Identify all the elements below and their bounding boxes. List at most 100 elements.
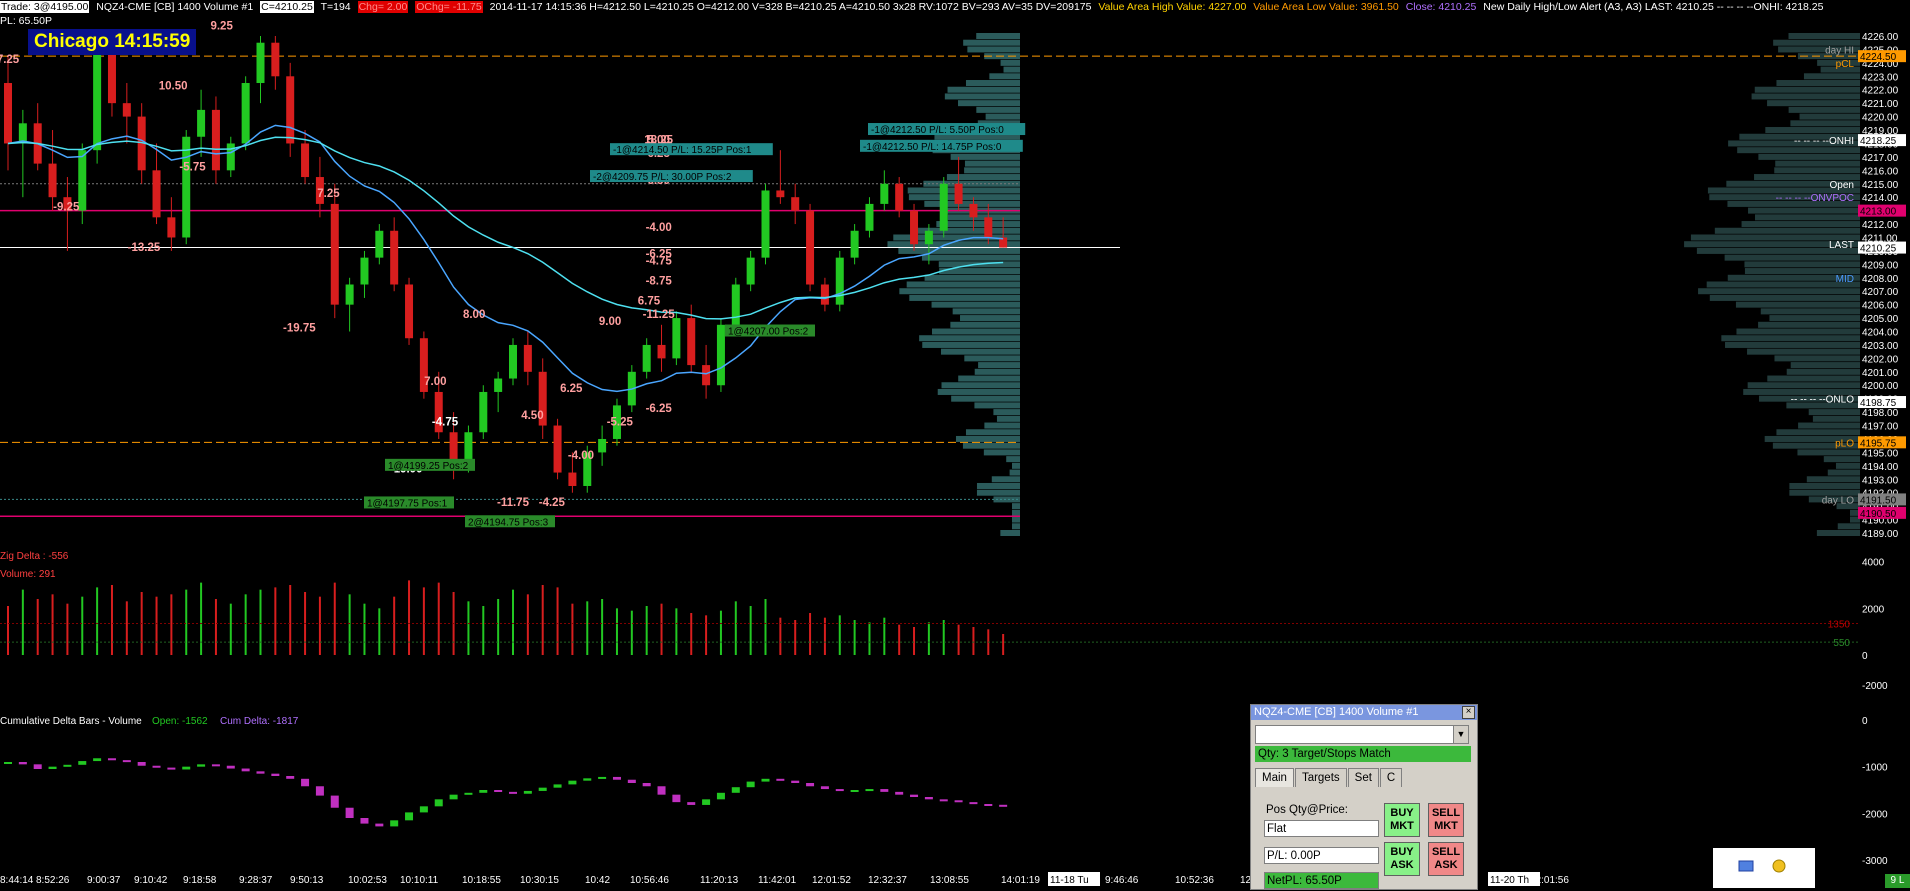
candle-body: [197, 109, 206, 137]
session-profile-row: [1012, 503, 1020, 510]
trade-window-tabs: Main Targets Set C: [1255, 768, 1403, 787]
cum-delta-bar: [880, 789, 889, 792]
price-marker-label: 4224.50: [1860, 52, 1897, 63]
price-marker-label: 4191.50: [1860, 495, 1897, 506]
language-badge[interactable]: 9 L: [1885, 874, 1910, 888]
cum-delta-open: Open: -1562: [152, 716, 208, 727]
cum-delta-bar: [449, 794, 458, 800]
trade-text: Trade: 3@4195.00: [0, 1, 90, 13]
volume-profile-row: [1774, 167, 1860, 174]
cum-delta-bar: [271, 773, 280, 776]
cum-delta-bar: [776, 778, 785, 781]
session-profile-row: [965, 80, 1020, 87]
sell-market-button[interactable]: SELL MKT: [1428, 803, 1464, 837]
buy-market-button[interactable]: BUY MKT: [1384, 803, 1420, 837]
cum-delta-bar: [48, 766, 57, 769]
price-tick-label: 4195.00: [1862, 448, 1899, 459]
swing-label: 6.75: [638, 296, 661, 308]
session-profile-row: [898, 247, 1020, 254]
session-profile-row: [908, 194, 1020, 201]
cum-delta-title: Cumulative Delta Bars - Volume: [0, 716, 142, 727]
swing-label: 9.00: [599, 316, 621, 328]
candle-body: [835, 257, 844, 305]
volume-profile-row: [1725, 341, 1860, 348]
price-tick-label: 4189.00: [1862, 529, 1899, 540]
pos-qty-label: Pos Qty@Price:: [1266, 804, 1348, 816]
session-profile-row: [946, 174, 1020, 181]
cum-delta-bar: [999, 804, 1008, 807]
trade-tag-label: 1@4197.75 Pos:1: [367, 498, 448, 509]
level-label-day-hi: day HI: [1825, 45, 1854, 56]
cum-delta-bar: [286, 776, 295, 779]
price-marker-label: 4210.25: [1860, 244, 1897, 255]
time-tick-label: 9:18:58: [183, 875, 217, 886]
session-profile-row: [941, 382, 1020, 389]
time-tick-label: 8:44:14: [0, 875, 34, 886]
chevron-down-icon[interactable]: ▼: [1453, 726, 1468, 743]
tab-set[interactable]: Set: [1347, 768, 1379, 787]
cum-delta-bar: [360, 818, 369, 824]
chart-canvas[interactable]: 4226.004225.004224.004223.004222.004221.…: [0, 0, 1910, 888]
price-marker-label: 4195.75: [1860, 438, 1897, 449]
price-tick-label: 4212.00: [1862, 220, 1899, 231]
sell-ask-button[interactable]: SELL ASK: [1428, 842, 1464, 876]
taskbar-popup[interactable]: [1713, 848, 1815, 888]
price-tick-label: 4198.00: [1862, 408, 1899, 419]
price-tick-label: 4200.00: [1862, 381, 1899, 392]
cum-delta-bar: [984, 804, 993, 806]
cum-delta-bar: [895, 791, 904, 795]
tab-c[interactable]: C: [1379, 768, 1403, 787]
session-profile-row: [1000, 59, 1020, 66]
level-label-mid: MID: [1836, 274, 1854, 285]
price-tick-label: 4226.00: [1862, 32, 1899, 43]
price-tick-label: 4201.00: [1862, 368, 1899, 379]
time-tick-label: 9:46:46: [1105, 875, 1139, 886]
swing-label: -19.75: [283, 323, 316, 335]
candle-body: [984, 217, 993, 238]
price-tick-label: 4222.00: [1862, 86, 1899, 97]
cum-delta-bar: [924, 797, 933, 800]
trade-window[interactable]: NQZ4-CME [CB] 1400 Volume #1 × ▼ Qty: 3 …: [1250, 704, 1478, 890]
cum-delta-bar: [598, 776, 607, 779]
cum-delta-bar: [464, 792, 473, 795]
tab-main[interactable]: Main: [1255, 768, 1294, 787]
cum-delta-bar: [434, 799, 443, 807]
candle-body: [211, 109, 220, 171]
swing-label: -4.00: [568, 450, 594, 462]
swing-label: -5.75: [179, 161, 206, 173]
session-profile-row: [931, 301, 1020, 308]
candle-body: [4, 83, 12, 144]
time-tick-label: 12:32:37: [868, 875, 907, 886]
cum-delta-bar: [345, 807, 354, 818]
candle-body: [226, 143, 235, 171]
tab-targets[interactable]: Targets: [1294, 768, 1347, 787]
cum-delta-bar: [419, 806, 428, 813]
volume-profile-row: [1767, 375, 1860, 382]
price-tick-label: 4197.00: [1862, 422, 1899, 433]
volume-profile-row: [1758, 153, 1860, 160]
volume-profile-row: [1808, 409, 1860, 416]
volume-profile-row: [1741, 221, 1860, 228]
close-study-value: Close: 4210.25: [1405, 1, 1477, 13]
price-tick-label: 4214.00: [1862, 193, 1899, 204]
cum-delta-bar: [390, 820, 399, 827]
volume-profile-row: [1754, 86, 1860, 93]
cum-delta-bar: [78, 761, 87, 765]
candle-body: [716, 324, 725, 386]
swing-label: -11.25: [643, 309, 676, 321]
volume-profile-row: [1758, 321, 1860, 328]
close-icon[interactable]: ×: [1462, 706, 1475, 719]
session-profile-row: [974, 368, 1020, 375]
trade-window-title[interactable]: NQZ4-CME [CB] 1400 Volume #1 ×: [1251, 705, 1477, 720]
cum-delta-bar: [835, 789, 844, 792]
price-tick-label: 4220.00: [1862, 113, 1899, 124]
level-label-open: Open: [1830, 180, 1854, 191]
session-profile-row: [962, 442, 1020, 449]
volume-profile-row: [1747, 348, 1860, 355]
candle-body: [93, 49, 102, 151]
buy-ask-button[interactable]: BUY ASK: [1384, 842, 1420, 876]
session-profile-row: [950, 153, 1020, 160]
account-select[interactable]: ▼: [1255, 725, 1469, 744]
session-profile-row: [978, 362, 1020, 369]
time-tick-label: 11:42:01: [758, 875, 797, 886]
